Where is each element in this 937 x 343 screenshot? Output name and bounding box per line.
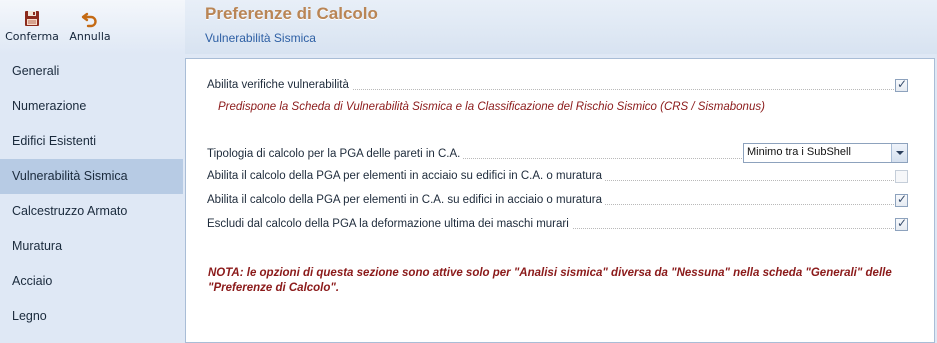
toolbar: Conferma Annulla (0, 0, 185, 54)
pga-walls-type-label: Tipologia di calcolo per la PGA delle pa… (207, 148, 464, 160)
checkmark-icon: ✓ (896, 216, 908, 230)
pga-walls-type-value: Minimo tra i SubShell (747, 146, 851, 158)
cancel-button[interactable]: Annulla (64, 4, 116, 50)
pga-steel-checkbox[interactable] (895, 170, 908, 183)
cancel-label: Annulla (69, 30, 111, 43)
save-icon (21, 8, 43, 30)
pga-ca-label: Abilita il calcolo della PGA per element… (207, 194, 606, 206)
undo-icon (79, 8, 101, 30)
checkmark-icon: ✓ (896, 77, 908, 91)
sidebar-item-legno[interactable]: Legno (0, 299, 183, 334)
pga-steel-label: Abilita il calcolo della PGA per element… (207, 170, 606, 182)
section-note: NOTA: le opzioni di questa sezione sono … (208, 267, 892, 294)
enable-vulnerability-checkbox[interactable]: ✓ (895, 77, 908, 92)
pga-steel-row: Abilita il calcolo della PGA per element… (207, 169, 908, 187)
sidebar-item-muratura[interactable]: Muratura (0, 229, 183, 264)
exclude-deformation-row: Escludi dal calcolo della PGA la deforma… (207, 216, 908, 235)
exclude-deformation-checkbox[interactable]: ✓ (895, 216, 908, 231)
sidebar-item-generali[interactable]: Generali (0, 54, 183, 89)
sidebar-item-acciaio[interactable]: Acciaio (0, 264, 183, 299)
confirm-button[interactable]: Conferma (2, 4, 62, 50)
chevron-down-icon[interactable] (891, 144, 907, 162)
sidebar-item-numerazione[interactable]: Numerazione (0, 89, 183, 124)
sidebar-item-edifici-esistenti[interactable]: Edifici Esistenti (0, 124, 183, 159)
exclude-deformation-label: Escludi dal calcolo della PGA la deforma… (207, 218, 572, 230)
page-header: Preferenze di Calcolo Vulnerabilità Sism… (185, 0, 937, 54)
vulnerability-description: Predispone la Scheda di Vulnerabilità Si… (218, 101, 765, 113)
page-subtitle: Vulnerabilità Sismica (205, 31, 316, 45)
pga-ca-checkbox[interactable]: ✓ (895, 192, 908, 207)
page-title: Preferenze di Calcolo (205, 4, 378, 23)
checkmark-icon: ✓ (896, 192, 908, 206)
pga-ca-row: Abilita il calcolo della PGA per element… (207, 192, 908, 211)
pga-walls-type-select[interactable]: Minimo tra i SubShell (743, 143, 908, 163)
sidebar-nav: Generali Numerazione Edifici Esistenti V… (0, 54, 183, 343)
pga-walls-type-row: Tipologia di calcolo per la PGA delle pa… (207, 143, 908, 165)
enable-vulnerability-row: Abilita verifiche vulnerabilità ✓ (207, 77, 908, 96)
enable-vulnerability-label: Abilita verifiche vulnerabilità (207, 79, 352, 91)
sidebar-item-vulnerabilita-sismica[interactable]: Vulnerabilità Sismica (0, 159, 183, 194)
settings-panel: Abilita verifiche vulnerabilità ✓ Predis… (185, 58, 935, 343)
sidebar-item-calcestruzzo-armato[interactable]: Calcestruzzo Armato (0, 194, 183, 229)
confirm-label: Conferma (5, 30, 59, 43)
